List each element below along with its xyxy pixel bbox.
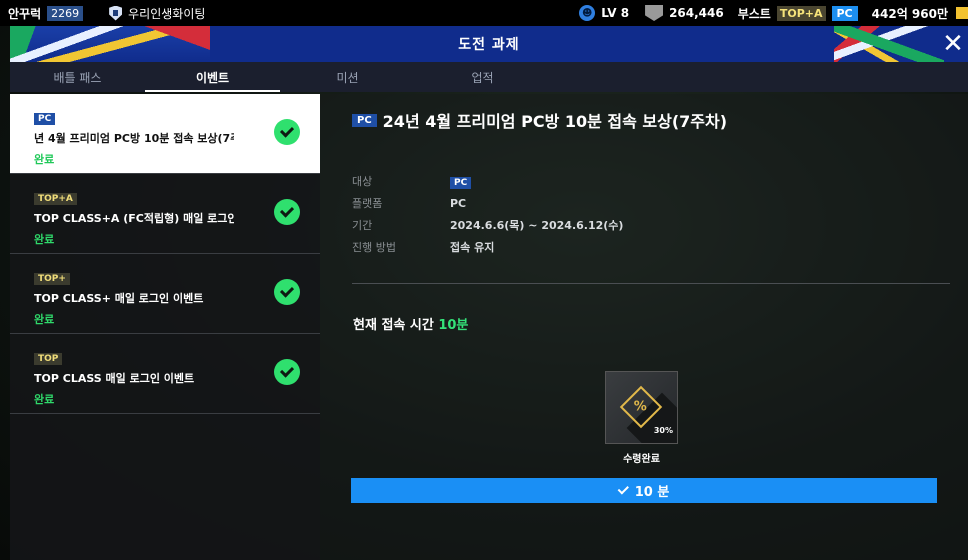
info-label: 플랫폼 [352, 197, 383, 210]
manager-level-icon: ☻ [579, 5, 596, 21]
event-tag: PC [34, 113, 56, 125]
list-item[interactable]: TOP TOP CLASS 매일 로그인 이벤트 완료 [10, 334, 320, 414]
info-row-target: 대상 PC [352, 170, 623, 192]
info-row-method: 진행 방법 접속 유지 [352, 236, 623, 258]
coin-amount[interactable]: 264,446 [669, 6, 724, 20]
check-circle-icon [274, 279, 300, 305]
event-status: 완료 [34, 153, 55, 166]
current-time-value: 10분 [438, 318, 469, 333]
boost-tag[interactable]: TOP+A [776, 5, 826, 21]
close-button[interactable]: ✕ [938, 26, 968, 62]
current-time: 현재 접속 시간 10분 [353, 314, 468, 333]
club-name: 우리인생화이팅 [128, 6, 206, 21]
resource-bar: ☻ LV 8 264,446 부스트 TOP+A PC 442억 960만 [579, 5, 968, 22]
detail-header: PC 24년 4월 프리미엄 PC방 10분 접속 보상(7주차) [352, 108, 727, 132]
top-status-bar: 안꾸럭 2269 우리인생화이팅 ☻ LV 8 264,446 부스트 TOP+… [0, 0, 968, 26]
user-info: 안꾸럭 2269 우리인생화이팅 [0, 5, 205, 22]
progress-button-label: 10 분 [634, 485, 670, 500]
info-label: 기간 [352, 219, 373, 232]
progress-complete-button[interactable]: 10 분 [351, 478, 937, 503]
info-value: PC [450, 196, 467, 210]
detail-title: 24년 4월 프리미엄 PC방 10분 접속 보상(7주차) [382, 112, 728, 131]
current-time-label: 현재 접속 시간 [353, 318, 434, 333]
event-title: TOP CLASS+A (FC적립형) 매일 로그인 이 [34, 212, 234, 225]
detail-info-table: 대상 PC 플랫폼 PC 기간 2024.6.6(목) ~ 2024.6.12(… [352, 170, 623, 258]
event-tag: TOP [34, 353, 63, 365]
list-item[interactable]: PC 년 4월 프리미엄 PC방 10분 접속 보상(7주ᄎ 완료 [10, 94, 320, 174]
check-circle-icon [274, 199, 300, 225]
user-level-badge: 2269 [47, 5, 84, 21]
event-list: PC 년 4월 프리미엄 PC방 10분 접속 보상(7주ᄎ 완료 TOP+A … [10, 94, 320, 560]
check-circle-icon [274, 359, 300, 385]
tab-mission[interactable]: 미션 [280, 62, 415, 92]
tab-achievement[interactable]: 업적 [415, 62, 550, 92]
boost-label: 부스트 [737, 6, 771, 21]
info-label: 대상 [352, 175, 373, 188]
target-pc-badge: PC [450, 176, 472, 189]
info-value: 접속 유지 [450, 241, 495, 254]
pc-room-tag[interactable]: PC [831, 5, 858, 21]
tab-event[interactable]: 이벤트 [145, 62, 280, 92]
checkmark-icon [617, 482, 629, 495]
info-row-platform: 플랫폼 PC [352, 192, 623, 214]
list-item[interactable]: TOP+ TOP CLASS+ 매일 로그인 이벤트 완료 [10, 254, 320, 334]
event-title: TOP CLASS 매일 로그인 이벤트 [34, 372, 195, 385]
manager-level[interactable]: LV 8 [601, 6, 629, 20]
window-title: 도전 과제 [458, 37, 520, 53]
reward-quantity: 30% [653, 426, 673, 435]
list-item[interactable]: TOP+A TOP CLASS+A (FC적립형) 매일 로그인 이 완료 [10, 174, 320, 254]
bp-icon [956, 7, 968, 19]
reward-status: 수령완료 [623, 454, 660, 465]
divider [352, 283, 950, 284]
event-title: 년 4월 프리미엄 PC방 10분 접속 보상(7주ᄎ [34, 132, 234, 145]
club-info[interactable]: 우리인생화이팅 [109, 5, 205, 22]
window-title-bar: 도전 과제 ✕ [10, 26, 968, 62]
info-row-period: 기간 2024.6.6(목) ~ 2024.6.12(수) [352, 214, 623, 236]
event-status: 완료 [34, 313, 55, 326]
info-value: 2024.6.6(목) ~ 2024.6.12(수) [450, 219, 624, 232]
check-circle-icon [274, 119, 300, 145]
info-label: 진행 방법 [352, 241, 396, 254]
detail-pc-badge: PC [352, 113, 377, 127]
coin-icon [645, 5, 664, 21]
info-value: PC [450, 175, 472, 189]
money-amount[interactable]: 442억 960만 [872, 5, 948, 22]
event-tag: TOP+A [34, 193, 77, 205]
close-icon: ✕ [942, 29, 964, 59]
user-name[interactable]: 안꾸럭 [8, 5, 41, 22]
tab-battle-pass[interactable]: 배틀 패스 [10, 62, 145, 92]
reward-item[interactable]: % 30% [605, 371, 678, 444]
event-title: TOP CLASS+ 매일 로그인 이벤트 [34, 292, 204, 305]
event-detail-panel: PC 24년 4월 프리미엄 PC방 10분 접속 보상(7주차) 대상 PC … [320, 94, 968, 560]
event-tag: TOP+ [34, 273, 70, 285]
event-status: 완료 [34, 233, 55, 246]
tab-bar: 배틀 패스 이벤트 미션 업적 [10, 62, 968, 92]
event-status: 완료 [34, 393, 55, 406]
club-emblem-icon [109, 5, 123, 21]
percent-coupon-icon: % [619, 385, 663, 429]
